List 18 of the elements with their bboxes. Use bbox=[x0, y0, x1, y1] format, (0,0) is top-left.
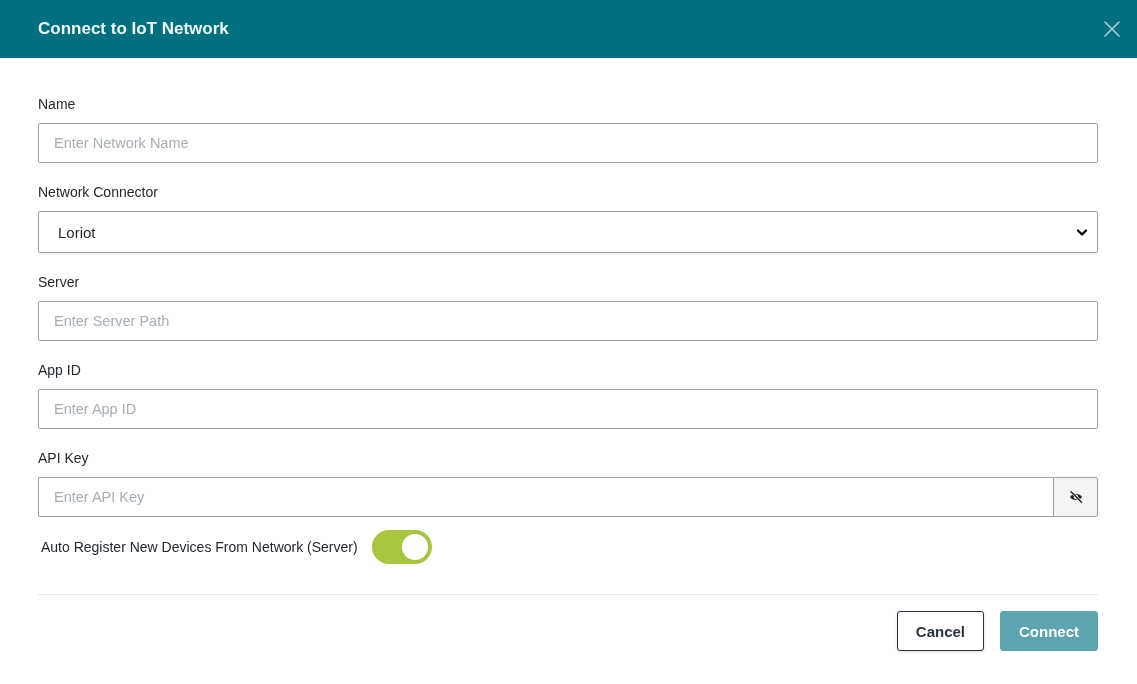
field-label: Network Connector bbox=[38, 183, 159, 202]
dialog-title: Connect to IoT Network bbox=[38, 19, 229, 39]
close-icon[interactable] bbox=[1104, 21, 1120, 37]
field-label: API Key bbox=[38, 449, 90, 468]
secondary-button[interactable]: Cancel bbox=[896, 611, 984, 651]
password-input-field[interactable]: Enter API Key bbox=[38, 477, 1053, 517]
field-label: Server bbox=[38, 273, 81, 292]
text-input-field[interactable]: Enter Network Name bbox=[38, 123, 1098, 163]
dropdown-select[interactable]: Loriot bbox=[38, 211, 1098, 253]
text-input-field[interactable]: Enter Server Path bbox=[38, 301, 1098, 341]
toggle-label: Auto Register New Devices From Network (Server) bbox=[41, 538, 358, 557]
field-label: App ID bbox=[38, 361, 82, 380]
field-label: Name bbox=[38, 95, 77, 114]
toggle-switch[interactable] bbox=[371, 530, 432, 564]
visibility-toggle-button[interactable] bbox=[1053, 477, 1098, 517]
chevron-down-icon bbox=[1077, 228, 1087, 236]
text-input-field[interactable]: Enter App ID bbox=[38, 389, 1098, 429]
eye-slash-icon bbox=[1068, 491, 1083, 503]
